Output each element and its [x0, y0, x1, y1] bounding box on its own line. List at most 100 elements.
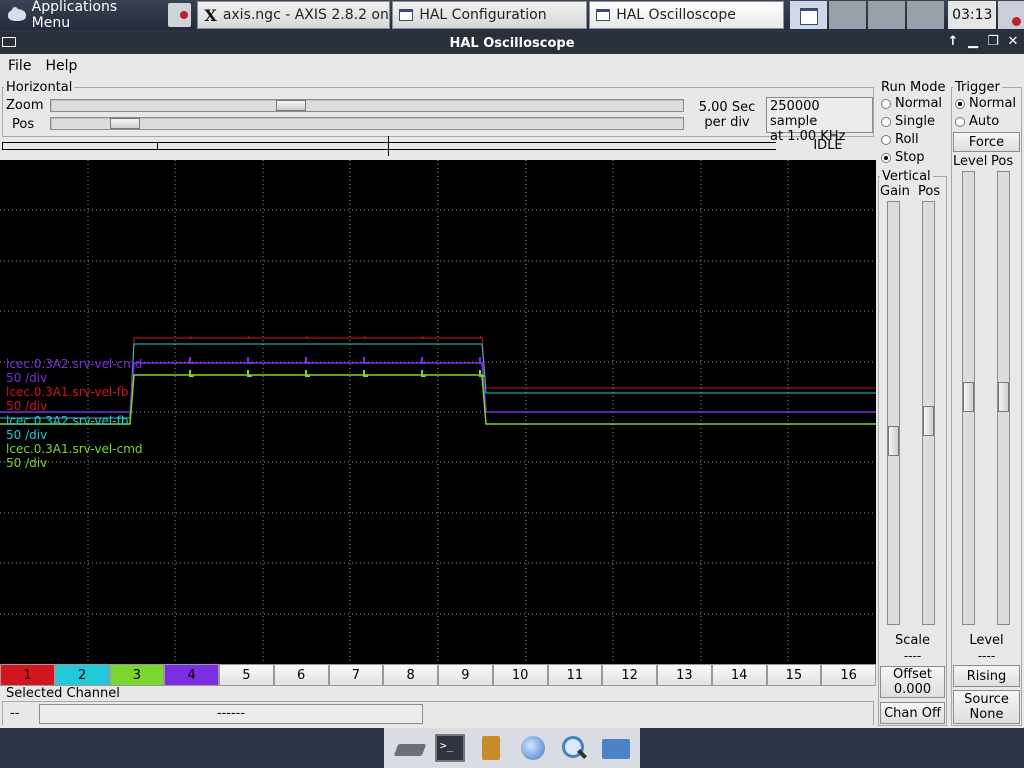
channel-button-2[interactable]: 2: [54, 664, 110, 686]
task-hal-configuration[interactable]: HAL Configuration: [392, 1, 588, 29]
trigger-normal[interactable]: Normal: [955, 96, 1016, 111]
channel-button-7[interactable]: 7: [328, 664, 384, 686]
channel-button-6[interactable]: 6: [273, 664, 329, 686]
logout-icon[interactable]: [167, 3, 192, 27]
bottom-dock: [384, 728, 640, 768]
gain-slider[interactable]: [887, 201, 900, 625]
channel-button-11[interactable]: 11: [547, 664, 603, 686]
vertical-pos-slider[interactable]: [922, 201, 935, 625]
trace-label-4: lcec.0.3A1.srv-vel-cmd: [6, 442, 143, 456]
pos-slider[interactable]: [50, 117, 684, 130]
trigger-level-title: Level: [969, 633, 1004, 648]
trace-label-3: lcec.0.3A2.srv-vel-fb: [6, 414, 129, 428]
radio-icon: [881, 134, 891, 145]
maximize-icon[interactable]: ❐: [986, 34, 1000, 49]
trigger-level-value: ----: [977, 649, 996, 663]
channel-button-15[interactable]: 15: [766, 664, 822, 686]
search-icon[interactable]: [559, 734, 589, 762]
radio-icon: [881, 98, 891, 109]
task-hal-oscilloscope[interactable]: HAL Oscilloscope: [589, 1, 785, 29]
folder-icon[interactable]: [600, 734, 631, 762]
chan-off-button[interactable]: Chan Off: [880, 702, 945, 724]
radio-icon: [955, 116, 965, 127]
window-titlebar[interactable]: HAL Oscilloscope ↑ ▁ ❐ ✕: [0, 32, 1024, 54]
menu-file[interactable]: File: [8, 58, 31, 74]
trigger-level-slider[interactable]: [962, 171, 975, 625]
channel-button-1[interactable]: 1: [0, 664, 55, 686]
top-taskbar: Applications Menu X axis.ngc - AXIS 2.8.…: [0, 0, 1024, 31]
scope-display[interactable]: lcec.0.3A2.srv-vel-cmd 50 /div lcec.0.3A…: [0, 160, 876, 664]
radio-selected-icon: [881, 152, 891, 163]
trigger-source-button[interactable]: Source None: [953, 690, 1020, 724]
run-mode-single[interactable]: Single: [881, 114, 935, 129]
window-menu-icon[interactable]: [2, 37, 16, 47]
vertical-pos-slider-thumb[interactable]: [923, 406, 934, 436]
trigger-pos-slider[interactable]: [997, 171, 1010, 625]
trace-glitch-4: [247, 370, 252, 377]
window-title: HAL Oscilloscope: [449, 35, 575, 51]
run-mode-stop[interactable]: Stop: [881, 150, 925, 165]
task-axis-label: axis.ngc - AXIS 2.8.2 on ...: [222, 7, 391, 23]
archive-icon[interactable]: [476, 734, 506, 762]
web-browser-icon[interactable]: [518, 734, 548, 762]
run-mode-normal[interactable]: Normal: [881, 96, 942, 111]
channel-button-13[interactable]: 13: [657, 664, 712, 686]
trace-glitch-4: [421, 370, 426, 377]
oscilloscope-window: File Help Horizontal Zoom Pos 5.00 Sec p…: [0, 54, 1024, 728]
channel-button-9[interactable]: 9: [438, 664, 493, 686]
applications-menu-label: Applications Menu: [31, 0, 118, 31]
clock[interactable]: 03:13: [948, 1, 997, 29]
samples-line1: 250000 sample: [770, 99, 820, 129]
network-status-icon[interactable]: [998, 1, 1024, 29]
shade-icon[interactable]: ↑: [946, 34, 960, 49]
force-button[interactable]: Force: [953, 132, 1020, 152]
channel-button-4[interactable]: 4: [164, 664, 219, 686]
run-mode-roll[interactable]: Roll: [881, 132, 919, 147]
menu-help[interactable]: Help: [45, 58, 77, 74]
workspace-4[interactable]: [907, 1, 945, 29]
workspace-3[interactable]: [868, 1, 906, 29]
zoom-slider-thumb[interactable]: [276, 100, 306, 111]
trigger-pos-slider-thumb[interactable]: [998, 382, 1009, 412]
pos-slider-thumb[interactable]: [110, 118, 140, 129]
radio-icon: [881, 116, 891, 127]
task-axis[interactable]: X axis.ngc - AXIS 2.8.2 on ...: [197, 1, 391, 29]
trace-glitch-1: [189, 357, 194, 364]
trace-scale-4: 50 /div: [6, 456, 48, 470]
trigger-label: Trigger: [953, 80, 1002, 95]
trigger-auto[interactable]: Auto: [955, 114, 999, 129]
zoom-slider[interactable]: [50, 99, 684, 112]
source-line2: None: [969, 707, 1004, 722]
minimize-icon[interactable]: ▁: [966, 34, 980, 49]
channel-button-16[interactable]: 16: [821, 664, 876, 686]
workspace-1[interactable]: [790, 1, 828, 29]
xfce-mouse-icon: [6, 5, 28, 25]
trigger-auto-label: Auto: [969, 114, 1000, 129]
drive-icon[interactable]: [394, 734, 424, 762]
offset-button[interactable]: Offset 0.000: [880, 666, 945, 698]
offset-line1: Offset: [892, 667, 933, 682]
run-mode-normal-label: Normal: [895, 96, 943, 111]
channel-button-10[interactable]: 10: [492, 664, 548, 686]
trace-glitch-4: [363, 370, 368, 377]
channel-button-12[interactable]: 12: [602, 664, 657, 686]
channel-button-8[interactable]: 8: [383, 664, 438, 686]
rate-line1: 5.00 Sec: [698, 100, 756, 115]
close-icon[interactable]: ✕: [1006, 34, 1020, 49]
applications-menu-button[interactable]: Applications Menu: [0, 0, 164, 31]
trace-scale-1: 50 /div: [6, 371, 48, 385]
selected-channel-label: Selected Channel: [4, 686, 122, 701]
window-controls: ↑ ▁ ❐ ✕: [946, 34, 1020, 49]
gain-slider-thumb[interactable]: [888, 426, 899, 456]
channel-button-14[interactable]: 14: [711, 664, 767, 686]
trace-scale-2: 50 /div: [6, 399, 48, 413]
workspace-2[interactable]: [829, 1, 867, 29]
channel-button-5[interactable]: 5: [219, 664, 274, 686]
record-cursor: [388, 136, 389, 156]
trigger-edge-button[interactable]: Rising: [953, 665, 1020, 687]
trigger-level-slider-thumb[interactable]: [963, 382, 974, 412]
channel-button-3[interactable]: 3: [109, 664, 165, 686]
window-icon: [596, 9, 611, 21]
terminal-icon[interactable]: [434, 734, 465, 762]
trace-glitch-1: [363, 357, 368, 364]
